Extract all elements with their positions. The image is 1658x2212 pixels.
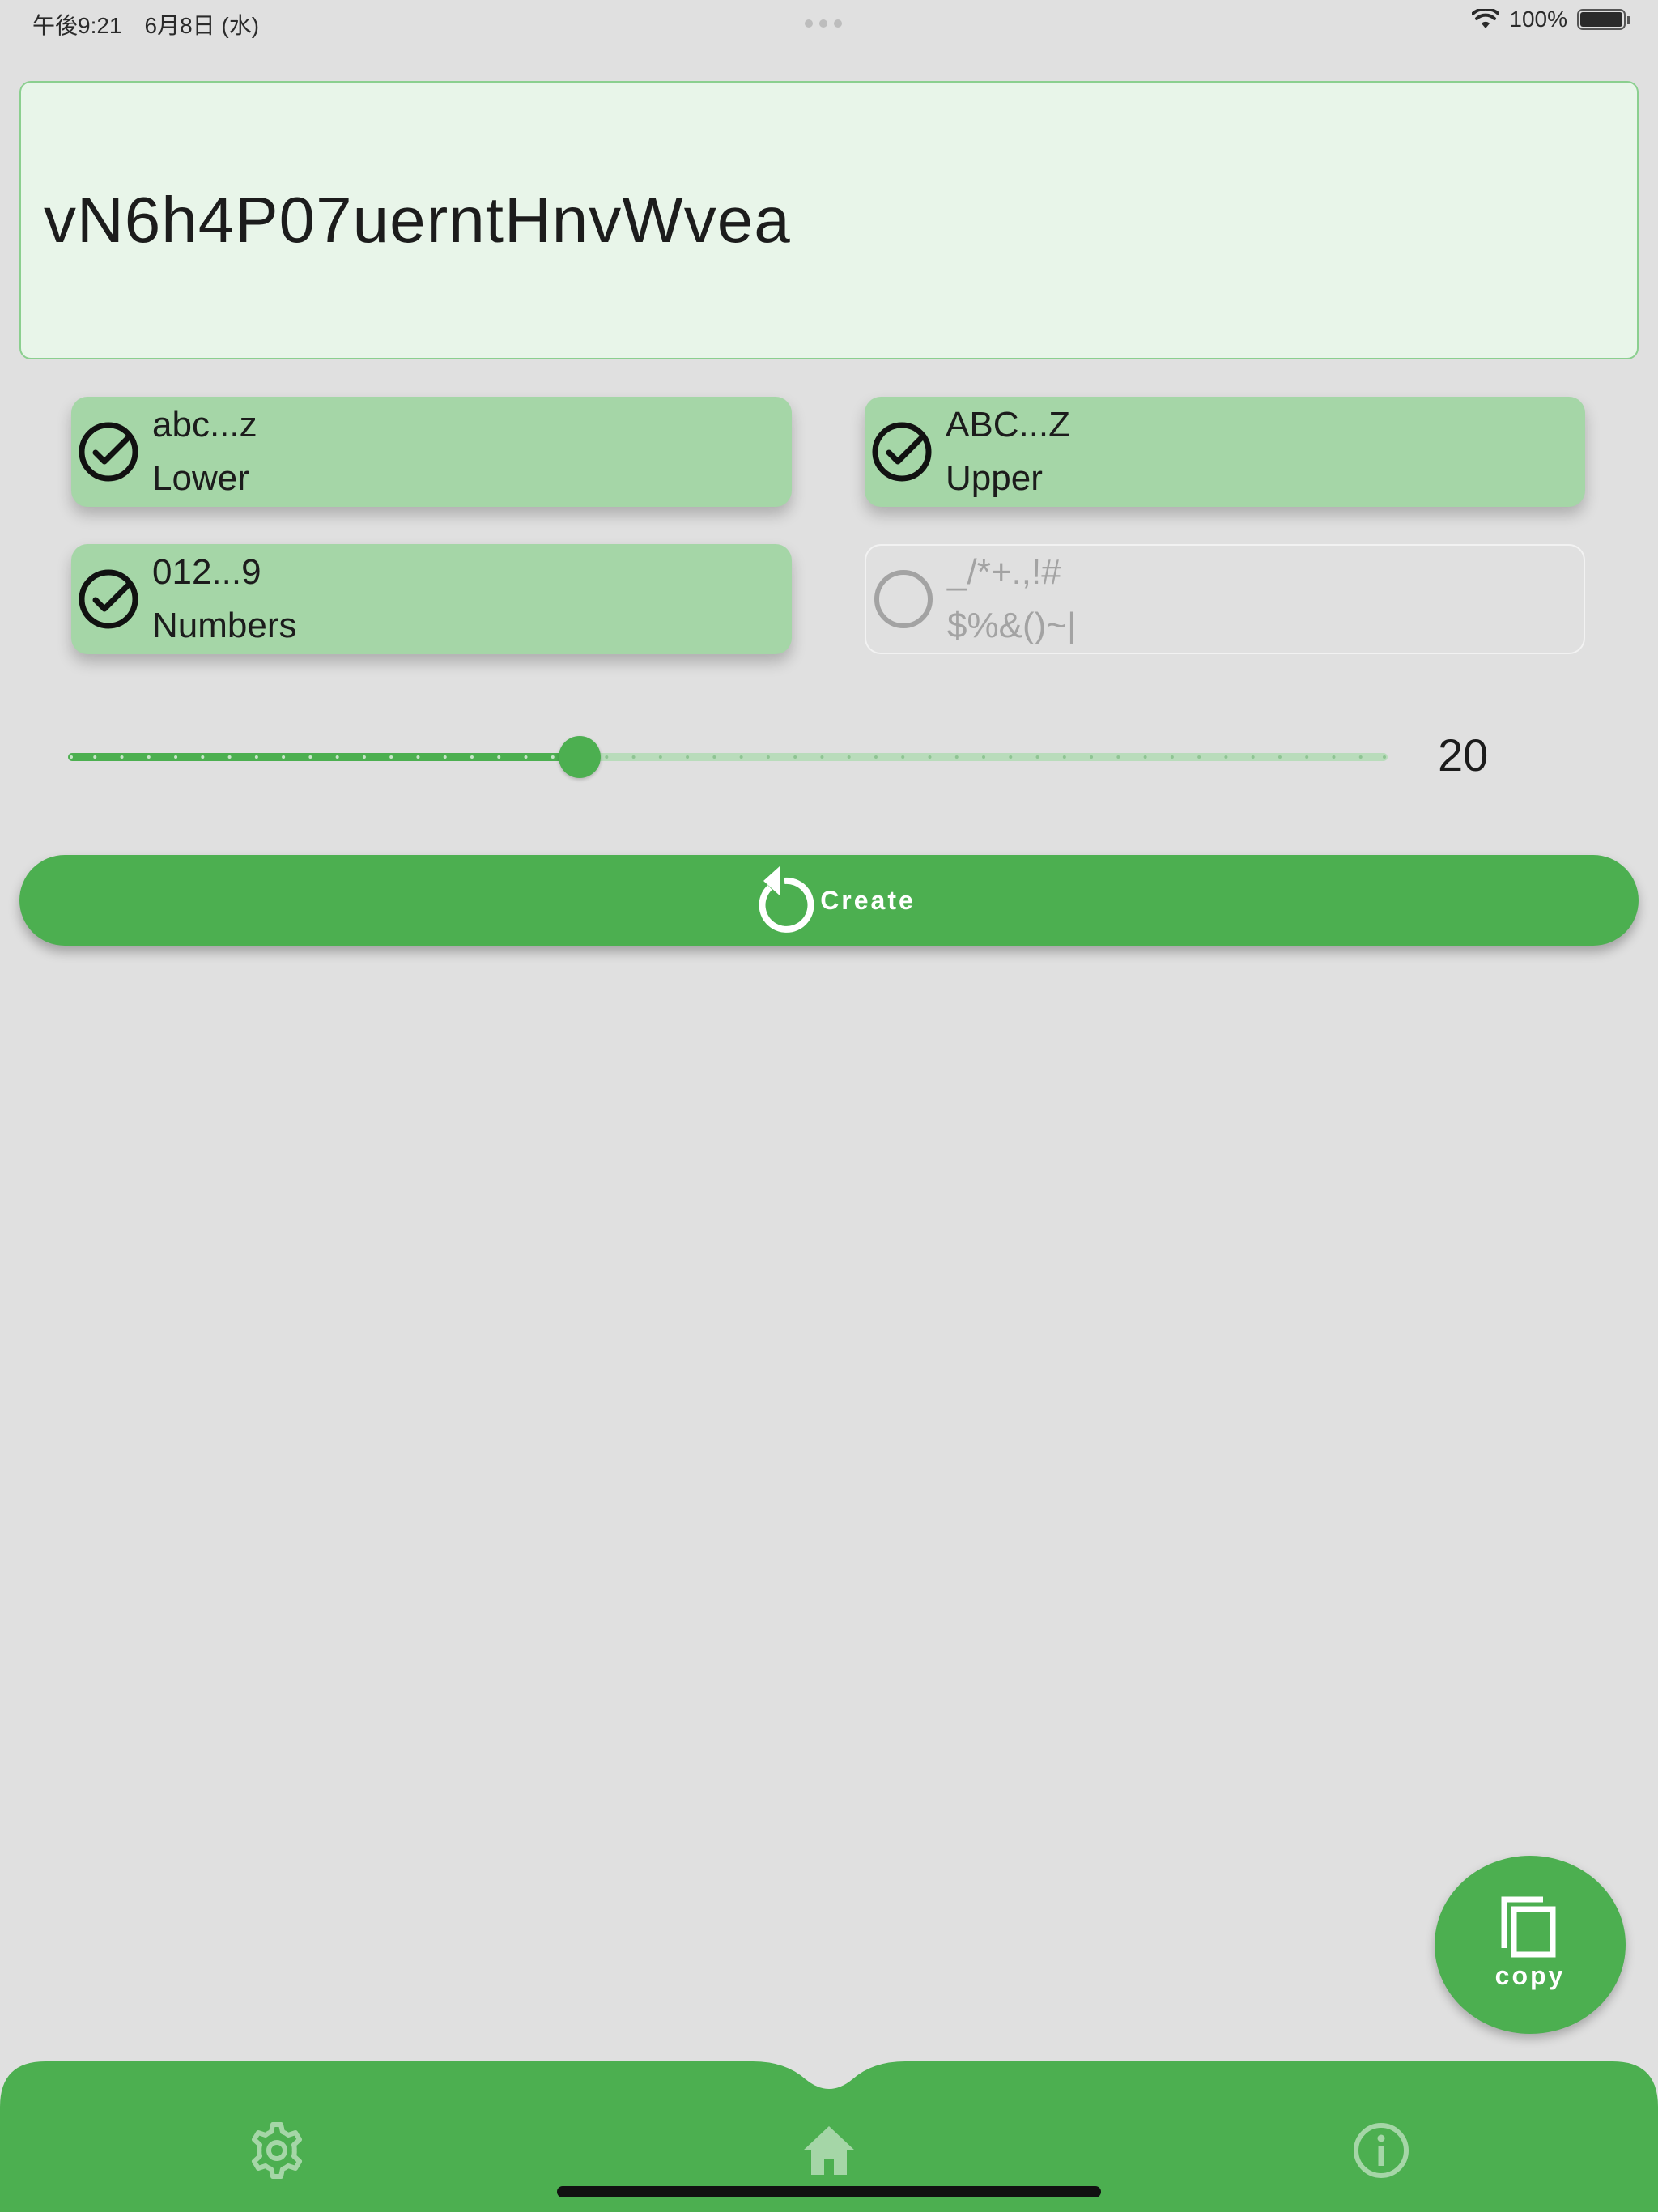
slider-tick — [70, 755, 73, 759]
status-right: 100% — [1472, 6, 1630, 32]
length-value: 20 — [1438, 730, 1489, 781]
option-numbers[interactable]: 012...9 Numbers — [71, 544, 792, 654]
slider-tick — [954, 755, 959, 759]
slider-tick — [658, 755, 662, 759]
empty-circle-icon — [874, 570, 933, 628]
slider-tick — [147, 755, 151, 759]
slider-tick — [1116, 755, 1120, 759]
length-slider-thumb[interactable] — [559, 736, 602, 778]
slider-tick — [1035, 755, 1039, 759]
status-bar: 午後9:21 6月8日 (水) 100% — [0, 0, 1658, 45]
slider-tick — [497, 755, 501, 759]
copy-label: copy — [1494, 1960, 1566, 1990]
slider-tick — [1090, 755, 1094, 759]
nav-info[interactable] — [1341, 2110, 1422, 2191]
slider-tick — [524, 755, 528, 759]
option-chars: 012...9 — [152, 552, 261, 592]
wifi-icon — [1472, 9, 1500, 28]
slider-tick — [120, 755, 124, 759]
check-circle-icon — [79, 569, 138, 629]
option-chars: ABC...Z — [946, 405, 1071, 445]
slider-tick — [928, 755, 932, 759]
slider-tick — [820, 755, 824, 759]
option-symbols[interactable]: _/*+.,!# $%&()~| — [865, 544, 1585, 654]
option-label: $%&()~| — [947, 606, 1077, 645]
slider-tick — [389, 755, 393, 759]
create-label: Create — [820, 885, 916, 915]
slider-tick — [1009, 755, 1013, 759]
copy-button[interactable]: copy — [1435, 1856, 1626, 2034]
app-root: 午後9:21 6月8日 (水) 100% vN6h4P07uerntHnvWve… — [0, 0, 1658, 2212]
slider-tick — [1062, 755, 1066, 759]
slider-tick — [201, 755, 205, 759]
slider-tick — [416, 755, 420, 759]
nav-home[interactable] — [789, 2110, 869, 2191]
slider-tick — [874, 755, 878, 759]
slider-tick — [93, 755, 97, 759]
status-time: 午後9:21 6月8日 (水) — [32, 13, 260, 38]
slider-tick — [712, 755, 716, 759]
slider-tick — [551, 755, 555, 759]
battery-percent: 100% — [1509, 6, 1567, 32]
multitasking-dots-icon[interactable] — [805, 19, 842, 28]
refresh-icon — [759, 866, 814, 933]
option-lower[interactable]: abc...z Lower — [71, 397, 792, 507]
slider-tick — [227, 755, 232, 759]
slider-tick — [631, 755, 636, 759]
slider-tick — [1251, 755, 1255, 759]
slider-tick — [470, 755, 474, 759]
home-indicator — [557, 2186, 1101, 2197]
slider-tick — [686, 755, 690, 759]
option-label: Numbers — [152, 606, 297, 645]
slider-tick — [443, 755, 447, 759]
option-upper[interactable]: ABC...Z Upper — [865, 397, 1585, 507]
slider-tick — [1170, 755, 1174, 759]
slider-tick — [174, 755, 178, 759]
slider-tick — [1278, 755, 1282, 759]
slider-tick — [766, 755, 770, 759]
slider-tick — [847, 755, 851, 759]
length-slider-ticks — [70, 755, 1386, 759]
create-button[interactable]: Create — [19, 855, 1639, 946]
slider-tick — [1358, 755, 1363, 759]
copy-icon — [1501, 1896, 1556, 1957]
settings-icon — [252, 2122, 302, 2179]
slider-tick — [282, 755, 286, 759]
length-slider-track[interactable] — [68, 753, 1388, 761]
battery-icon — [1577, 9, 1630, 30]
slider-tick — [254, 755, 258, 759]
check-circle-icon — [79, 422, 138, 482]
slider-tick — [1143, 755, 1147, 759]
password-display[interactable]: vN6h4P07uerntHnvWvea — [19, 81, 1639, 359]
slider-tick — [739, 755, 743, 759]
slider-tick — [605, 755, 609, 759]
slider-tick — [1332, 755, 1336, 759]
slider-tick — [982, 755, 986, 759]
slider-tick — [901, 755, 905, 759]
check-circle-icon — [872, 422, 932, 482]
option-label: Upper — [946, 458, 1043, 498]
slider-tick — [1224, 755, 1228, 759]
option-label: Lower — [152, 458, 249, 498]
option-chars: abc...z — [152, 405, 257, 445]
slider-tick — [335, 755, 339, 759]
nav-settings[interactable] — [236, 2110, 317, 2191]
home-icon — [803, 2126, 855, 2175]
slider-tick — [308, 755, 312, 759]
password-text[interactable]: vN6h4P07uerntHnvWvea — [44, 183, 791, 257]
slider-tick — [1197, 755, 1201, 759]
slider-tick — [793, 755, 797, 759]
slider-tick — [1305, 755, 1309, 759]
info-icon — [1354, 2123, 1409, 2178]
option-chars: _/*+.,!# — [947, 552, 1061, 592]
slider-tick — [1383, 755, 1386, 759]
slider-tick — [362, 755, 366, 759]
